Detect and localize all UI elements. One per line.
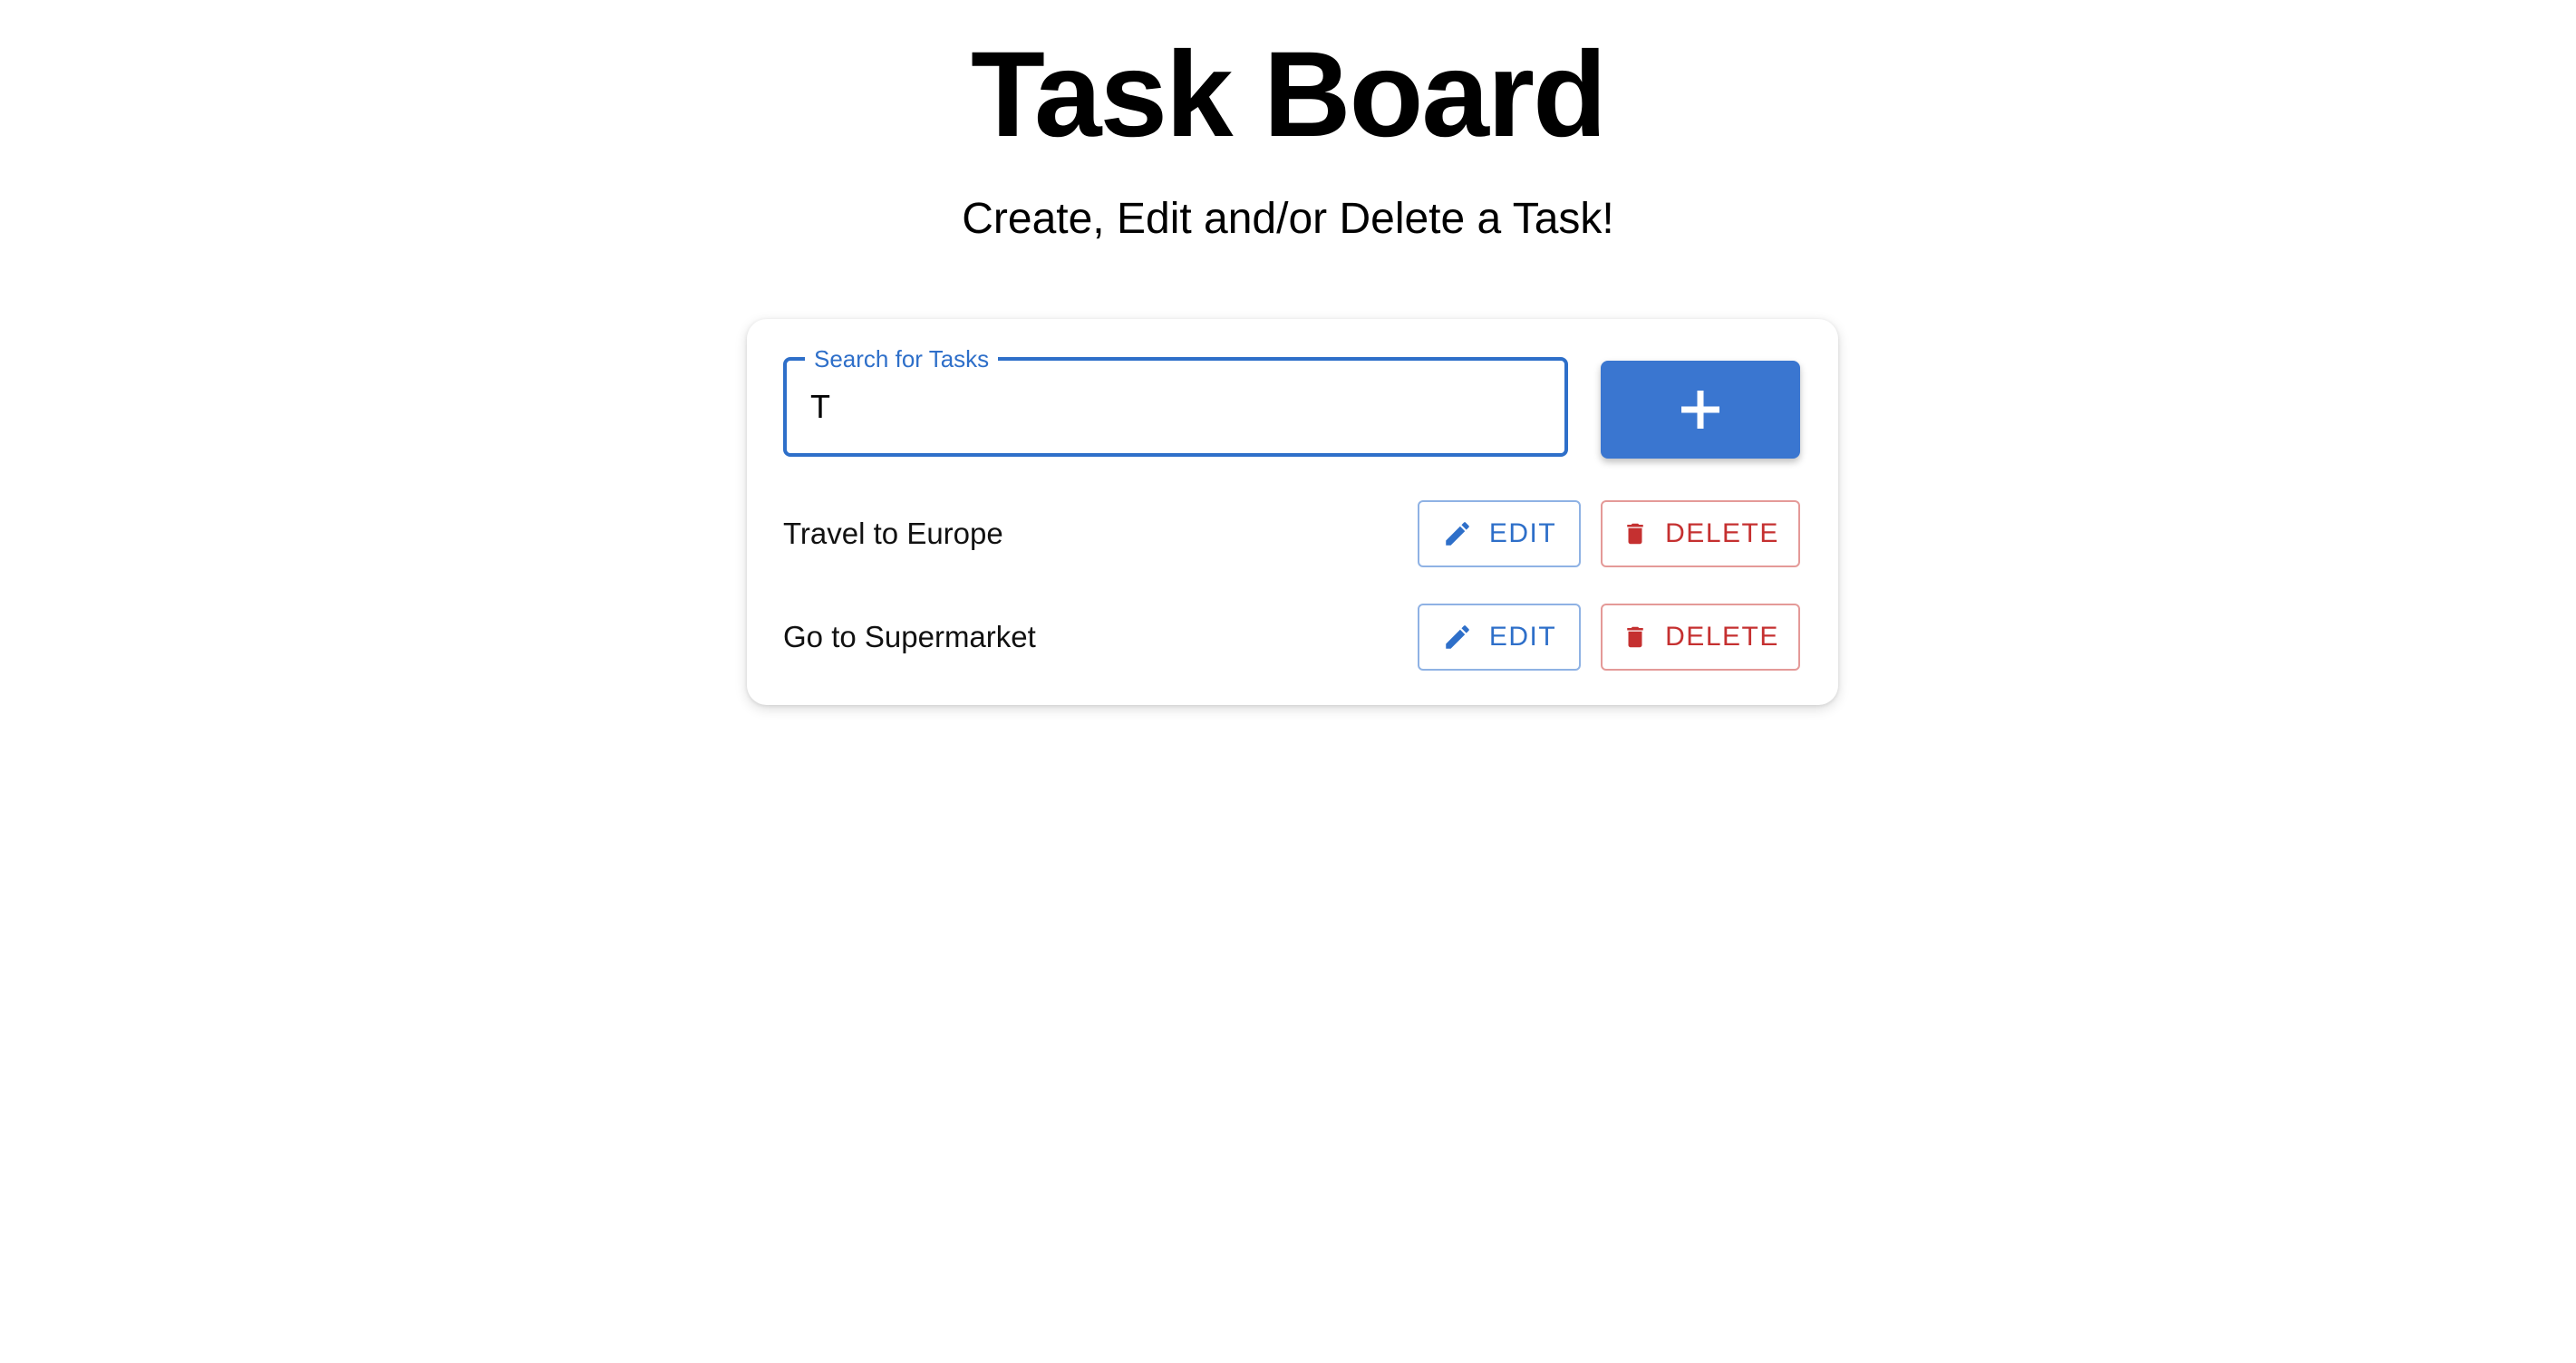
add-task-button[interactable] — [1601, 361, 1800, 459]
delete-button-label: DELETE — [1665, 622, 1779, 652]
edit-button[interactable]: EDIT — [1418, 604, 1581, 671]
search-field[interactable]: Search for Tasks — [783, 345, 1568, 457]
delete-button[interactable]: DELETE — [1601, 604, 1800, 671]
page-subtitle: Create, Edit and/or Delete a Task! — [962, 195, 1614, 243]
task-row: Go to Supermarket EDIT DELETE — [783, 604, 1800, 671]
task-card: Search for Tasks Travel to Europe EDIT — [747, 319, 1838, 705]
task-label: Travel to Europe — [783, 517, 1003, 550]
task-row: Travel to Europe EDIT DELETE — [783, 500, 1800, 567]
delete-button-label: DELETE — [1665, 518, 1779, 548]
trash-icon — [1627, 523, 1643, 545]
delete-button[interactable]: DELETE — [1601, 500, 1800, 567]
edit-button-label: EDIT — [1488, 518, 1557, 548]
pencil-icon — [1446, 522, 1469, 546]
search-input[interactable] — [810, 361, 1535, 453]
edit-button-label: EDIT — [1488, 622, 1557, 652]
edit-button[interactable]: EDIT — [1418, 500, 1581, 567]
trash-icon — [1627, 626, 1643, 648]
task-label: Go to Supermarket — [783, 620, 1036, 653]
page-title: Task Board — [971, 27, 1607, 162]
pencil-icon — [1446, 625, 1469, 649]
page: Task Board Create, Edit and/or Delete a … — [0, 0, 2576, 1363]
plus-icon — [1681, 391, 1719, 429]
